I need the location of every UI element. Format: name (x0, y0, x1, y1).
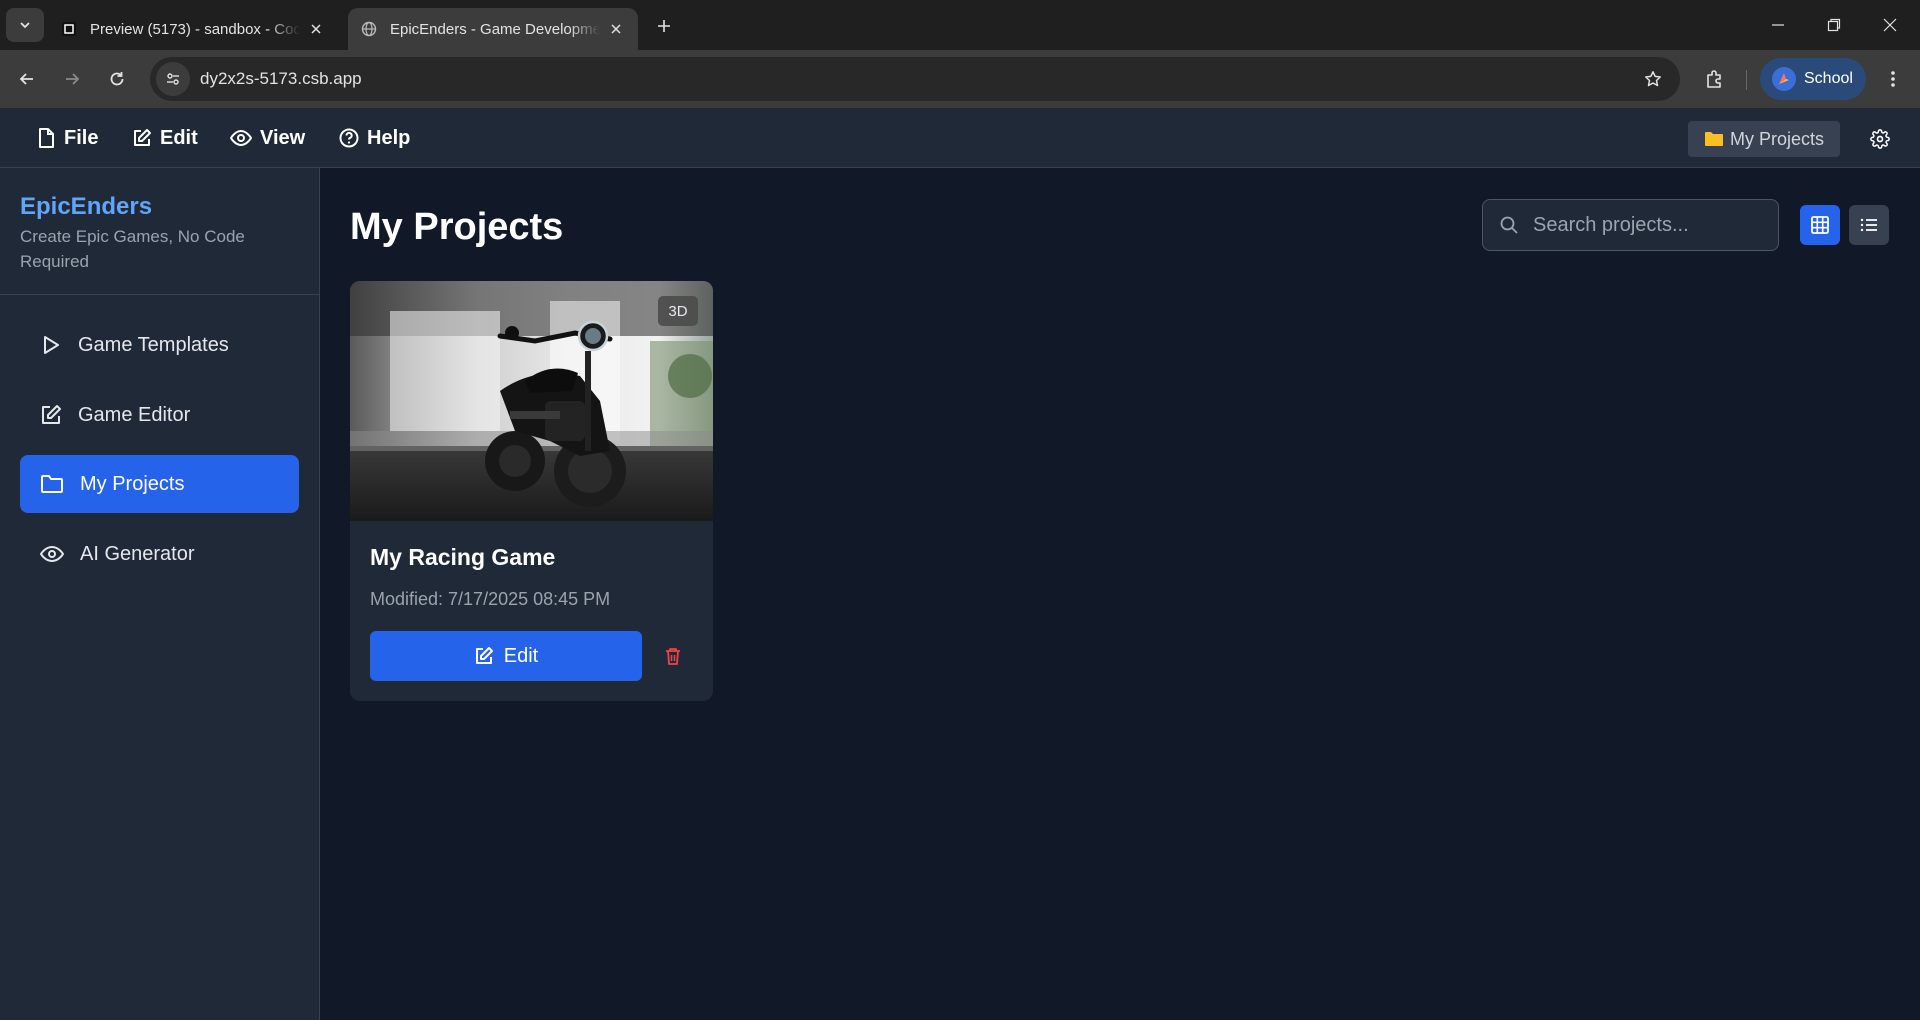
brand-block: EpicEnders Create Epic Games, No Code Re… (0, 168, 319, 295)
restore-button[interactable] (1806, 0, 1862, 50)
sidebar-item-ai-generator[interactable]: AI Generator (20, 525, 299, 583)
edit-project-label: Edit (503, 644, 539, 667)
browser-toolbar: dy2x2s-5173.csb.app School (0, 50, 1920, 108)
sidebar-item-game-editor[interactable]: Game Editor (20, 386, 299, 444)
settings-button[interactable] (1866, 125, 1894, 153)
close-icon[interactable] (306, 19, 326, 39)
reload-icon (110, 72, 124, 86)
trash-icon (666, 648, 680, 665)
eye-icon (40, 545, 64, 563)
minimize-button[interactable] (1750, 0, 1806, 50)
bookmark-star-icon[interactable] (1638, 64, 1668, 94)
restore-icon (1827, 18, 1841, 32)
project-card[interactable]: 3D My Racing Game Modified: 7/17/2025 08… (350, 281, 713, 701)
folder-icon (1704, 132, 1723, 146)
edit-icon (134, 129, 151, 146)
menu-file-label: File (64, 126, 99, 149)
arrow-left-icon (19, 73, 33, 85)
browser-tab-bar: Preview (5173) - sandbox - CodeSandbox E… (0, 0, 1920, 50)
grid-view-button[interactable] (1800, 205, 1840, 245)
more-vertical-icon (1891, 71, 1895, 87)
browser-menu-button[interactable] (1876, 62, 1910, 96)
search-icon (1500, 216, 1518, 234)
grid-icon (1811, 216, 1829, 234)
brand-tagline: Create Epic Games, No Code Required (20, 227, 245, 271)
gear-icon (1870, 129, 1890, 149)
tab-title: EpicEnders - Game Development Platform (390, 20, 600, 38)
sidebar: EpicEnders Create Epic Games, No Code Re… (0, 168, 320, 1020)
current-section-badge[interactable]: My Projects (1688, 121, 1840, 157)
current-section-label: My Projects (1729, 128, 1825, 149)
edit-project-button[interactable]: Edit (370, 631, 642, 681)
project-modified: Modified: 7/17/2025 08:45 PM (370, 589, 611, 609)
minimize-icon (1772, 24, 1784, 26)
app-menubar: File Edit View Help My Projects (0, 108, 1920, 168)
edit-icon (475, 647, 493, 664)
menu-edit-label: Edit (160, 126, 198, 149)
chevron-down-icon (20, 22, 30, 29)
codesandbox-icon (60, 20, 78, 38)
help-icon (339, 128, 359, 148)
close-icon (1883, 18, 1897, 32)
profile-button[interactable]: School (1760, 58, 1866, 100)
extensions-button[interactable] (1698, 62, 1732, 96)
tab-title: Preview (5173) - sandbox - CodeSandbox (90, 20, 300, 38)
sidebar-item-game-templates[interactable]: Game Templates (20, 316, 299, 374)
project-type-badge: 3D (658, 296, 698, 326)
globe-icon (360, 20, 378, 38)
plus-icon (658, 20, 670, 32)
page-title: My Projects (350, 206, 564, 248)
close-window-button[interactable] (1862, 0, 1918, 50)
list-icon (1860, 218, 1877, 232)
profile-avatar-icon (1772, 67, 1796, 91)
sidebar-item-label: Game Templates (78, 333, 229, 356)
menu-file[interactable]: File (36, 125, 98, 151)
list-view-button[interactable] (1849, 205, 1889, 245)
profile-label: School (1804, 70, 1853, 87)
menu-edit[interactable]: Edit (132, 125, 198, 151)
back-button[interactable] (10, 62, 44, 96)
eye-icon (230, 129, 252, 147)
menu-view[interactable]: View (230, 125, 305, 151)
puzzle-icon (1707, 70, 1721, 88)
toolbar-divider (1746, 70, 1747, 90)
menu-help[interactable]: Help (339, 125, 410, 151)
play-icon (44, 336, 59, 354)
sidebar-item-label: My Projects (80, 472, 185, 495)
tab-epicenders[interactable]: EpicEnders - Game Development Platform (348, 8, 638, 50)
file-icon (39, 128, 54, 148)
site-info-icon[interactable] (156, 62, 190, 96)
folder-icon (41, 475, 63, 493)
sidebar-item-label: AI Generator (80, 542, 195, 565)
reload-button[interactable] (100, 62, 134, 96)
tab-preview[interactable]: Preview (5173) - sandbox - CodeSandbox (48, 8, 338, 50)
search-box[interactable] (1482, 199, 1779, 251)
brand-name[interactable]: EpicEnders (20, 192, 299, 222)
sidebar-item-my-projects[interactable]: My Projects (20, 455, 299, 513)
tab-search-button[interactable] (6, 8, 44, 42)
edit-icon (42, 405, 61, 424)
project-name: My Racing Game (370, 544, 556, 570)
arrow-right-icon (66, 73, 80, 85)
sidebar-item-label: Game Editor (78, 403, 191, 426)
menu-help-label: Help (367, 126, 411, 149)
menu-view-label: View (260, 126, 306, 149)
new-tab-button[interactable] (650, 12, 678, 40)
delete-project-button[interactable] (660, 643, 686, 669)
close-icon[interactable] (606, 19, 626, 39)
url-text: dy2x2s-5173.csb.app (200, 69, 362, 88)
forward-button[interactable] (55, 62, 89, 96)
address-bar[interactable]: dy2x2s-5173.csb.app (150, 57, 1680, 101)
project-thumbnail: 3D (350, 281, 713, 521)
search-input[interactable] (1533, 213, 1763, 237)
